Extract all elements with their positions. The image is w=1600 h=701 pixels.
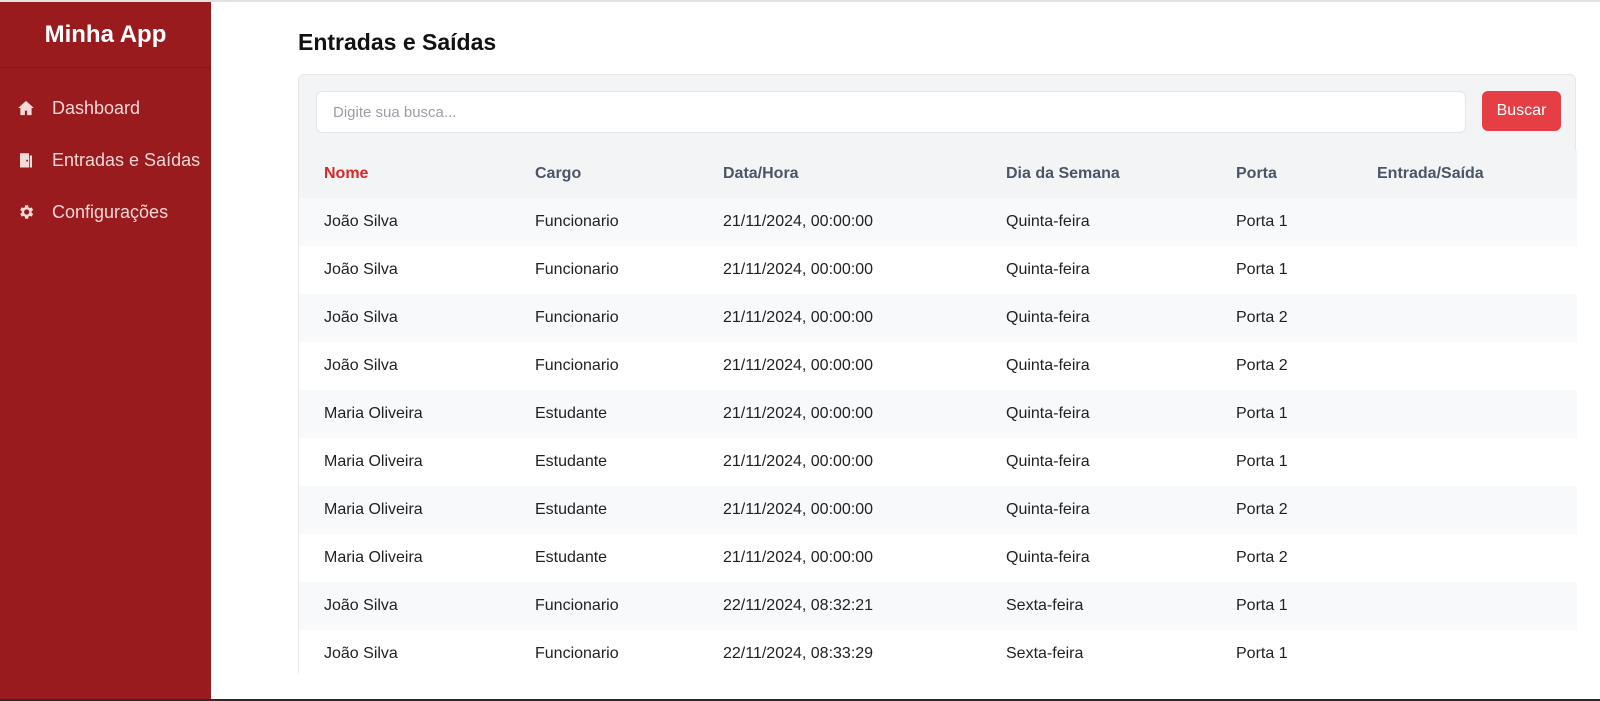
cell-nome: Maria Oliveira (324, 405, 423, 422)
cell-nome: João Silva (324, 597, 398, 614)
cell-porta: Porta 2 (1236, 357, 1288, 374)
cell-cargo: Funcionario (535, 261, 619, 278)
cell-nome: Maria Oliveira (324, 549, 423, 566)
cell-porta: Porta 1 (1236, 261, 1288, 278)
cell-porta: Porta 2 (1236, 549, 1288, 566)
table-row: Maria Oliveira Estudante 21/11/2024, 00:… (299, 390, 1577, 438)
sidebar: Minha App Dashboard Entradas e Saídas Co… (0, 2, 211, 699)
cell-data-hora: 21/11/2024, 00:00:00 (723, 501, 874, 518)
table-row: João Silva Funcionario 22/11/2024, 08:33… (299, 630, 1577, 678)
cell-porta: Porta 1 (1236, 213, 1288, 230)
gear-icon (16, 202, 36, 222)
cell-porta: Porta 1 (1236, 597, 1288, 614)
cell-entrada-saida (1377, 438, 1577, 486)
door-icon (16, 150, 36, 170)
cell-data-hora: 21/11/2024, 00:00:00 (723, 261, 874, 278)
cell-nome: João Silva (324, 309, 398, 326)
sidebar-item-label: Configurações (52, 201, 169, 222)
cell-dia-da-semana: Quinta-feira (1006, 261, 1090, 278)
table-header-row: Nome Cargo Data/Hora Dia da Semana Porta… (299, 150, 1577, 198)
table-row: João Silva Funcionario 21/11/2024, 00:00… (299, 198, 1577, 246)
cell-entrada-saida (1377, 582, 1577, 630)
cell-entrada-saida (1377, 534, 1577, 582)
cell-data-hora: 21/11/2024, 00:00:00 (723, 357, 874, 374)
cell-porta: Porta 1 (1236, 453, 1288, 470)
cell-porta: Porta 1 (1236, 405, 1288, 422)
cell-data-hora: 21/11/2024, 00:00:00 (723, 309, 874, 326)
cell-dia-da-semana: Quinta-feira (1006, 357, 1090, 374)
cell-cargo: Estudante (535, 453, 608, 470)
table-row: João Silva Funcionario 22/11/2024, 08:32… (299, 582, 1577, 630)
cell-data-hora: 21/11/2024, 00:00:00 (723, 549, 874, 566)
cell-nome: Maria Oliveira (324, 453, 423, 470)
cell-dia-da-semana: Sexta-feira (1006, 645, 1084, 662)
table-row: Maria Oliveira Estudante 21/11/2024, 00:… (299, 534, 1577, 582)
table-row: Maria Oliveira Estudante 21/11/2024, 00:… (299, 438, 1577, 486)
cell-entrada-saida (1377, 342, 1577, 390)
column-header-cargo[interactable]: Cargo (535, 150, 723, 198)
home-icon (16, 98, 36, 118)
cell-entrada-saida (1377, 294, 1577, 342)
cell-cargo: Estudante (535, 405, 608, 422)
cell-entrada-saida (1377, 630, 1577, 678)
cell-nome: João Silva (324, 261, 398, 278)
cell-nome: João Silva (324, 357, 398, 374)
cell-cargo: Funcionario (535, 309, 619, 326)
column-header-nome[interactable]: Nome (299, 150, 535, 198)
cell-nome: João Silva (324, 213, 398, 230)
records-table: Nome Cargo Data/Hora Dia da Semana Porta… (299, 150, 1577, 678)
cell-entrada-saida (1377, 486, 1577, 534)
cell-dia-da-semana: Sexta-feira (1006, 597, 1084, 614)
cell-cargo: Funcionario (535, 213, 619, 230)
cell-entrada-saida (1377, 390, 1577, 438)
column-header-dia-da-semana[interactable]: Dia da Semana (1006, 150, 1236, 198)
sidebar-item-label: Dashboard (52, 97, 141, 118)
column-header-entrada-saida[interactable]: Entrada/Saída (1377, 150, 1577, 198)
cell-entrada-saida (1377, 246, 1577, 294)
cell-dia-da-semana: Quinta-feira (1006, 549, 1090, 566)
search-button[interactable]: Buscar (1482, 91, 1561, 131)
cell-porta: Porta 1 (1236, 645, 1288, 662)
column-header-data-hora[interactable]: Data/Hora (723, 150, 1006, 198)
cell-dia-da-semana: Quinta-feira (1006, 213, 1090, 230)
cell-data-hora: 21/11/2024, 00:00:00 (723, 405, 874, 422)
table-row: João Silva Funcionario 21/11/2024, 00:00… (299, 294, 1577, 342)
cell-nome: João Silva (324, 645, 398, 662)
cell-cargo: Funcionario (535, 357, 619, 374)
cell-data-hora: 22/11/2024, 08:33:29 (723, 645, 874, 662)
search-bar: Buscar (316, 91, 1575, 133)
sidebar-item-label: Entradas e Saídas (52, 149, 201, 170)
cell-dia-da-semana: Quinta-feira (1006, 405, 1090, 422)
cell-porta: Porta 2 (1236, 309, 1288, 326)
page-title: Entradas e Saídas (298, 29, 497, 55)
table-row: Maria Oliveira Estudante 21/11/2024, 00:… (299, 486, 1577, 534)
table-row: João Silva Funcionario 21/11/2024, 00:00… (299, 246, 1577, 294)
cell-cargo: Funcionario (535, 645, 619, 662)
cell-dia-da-semana: Quinta-feira (1006, 309, 1090, 326)
cell-nome: Maria Oliveira (324, 501, 423, 518)
records-panel: Buscar Nome Cargo Data/Hora Dia da Seman… (298, 74, 1577, 678)
cell-entrada-saida (1377, 198, 1577, 246)
table-row: João Silva Funcionario 21/11/2024, 00:00… (299, 342, 1577, 390)
cell-data-hora: 22/11/2024, 08:32:21 (723, 597, 874, 614)
cell-cargo: Estudante (535, 501, 608, 518)
search-input[interactable] (316, 91, 1466, 133)
cell-cargo: Funcionario (535, 597, 619, 614)
cell-data-hora: 21/11/2024, 00:00:00 (723, 453, 874, 470)
app-title: Minha App (0, 2, 211, 68)
cell-cargo: Estudante (535, 549, 608, 566)
sidebar-item-dashboard[interactable]: Dashboard (0, 82, 211, 134)
cell-porta: Porta 2 (1236, 501, 1288, 518)
sidebar-nav: Dashboard Entradas e Saídas Configuraçõe… (0, 68, 211, 238)
cell-dia-da-semana: Quinta-feira (1006, 453, 1090, 470)
cell-data-hora: 21/11/2024, 00:00:00 (723, 213, 874, 230)
sidebar-item-configuracoes[interactable]: Configurações (0, 186, 211, 238)
column-header-porta[interactable]: Porta (1236, 150, 1377, 198)
cell-dia-da-semana: Quinta-feira (1006, 501, 1090, 518)
sidebar-item-entradas-e-saidas[interactable]: Entradas e Saídas (0, 134, 211, 186)
main-content: Entradas e Saídas Buscar Nome Cargo Data… (298, 2, 1577, 678)
